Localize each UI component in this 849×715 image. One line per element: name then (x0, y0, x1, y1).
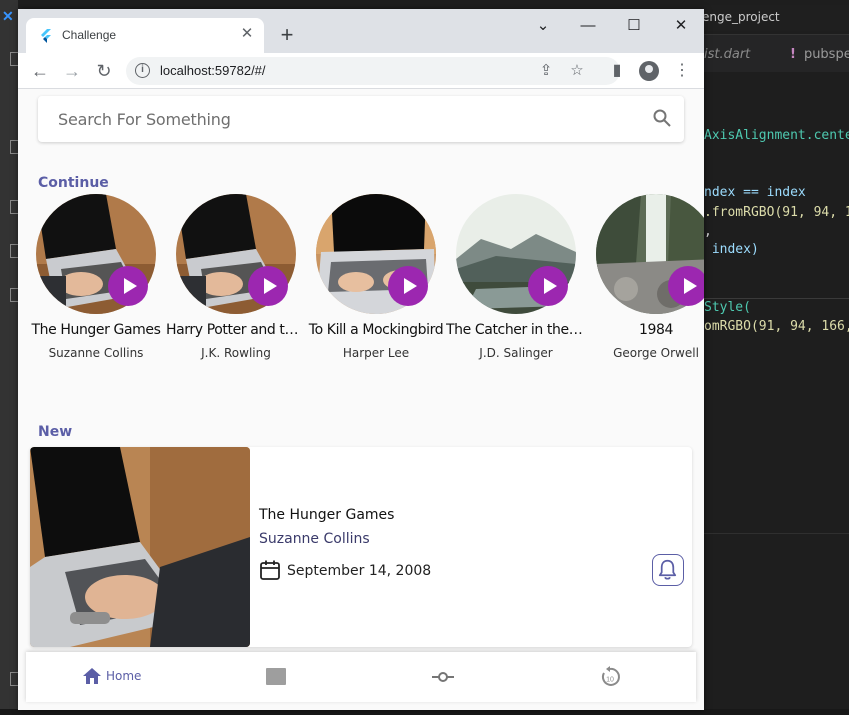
new-book-card[interactable]: The Hunger Games Suzanne Collins Septemb… (30, 447, 692, 647)
continue-section-title: Continue (38, 175, 109, 191)
minimize-button[interactable]: — (565, 15, 611, 37)
back-button[interactable]: ← (28, 59, 52, 83)
new-tab-button[interactable]: + (276, 24, 298, 46)
source-control-icon[interactable] (10, 140, 18, 154)
book-cover-image (30, 447, 250, 647)
continue-card[interactable]: Harry Potter and the Sorcerer's Stone J.… (166, 194, 306, 364)
continue-card[interactable]: 1984 George Orwell (586, 194, 704, 364)
play-button[interactable] (248, 266, 288, 306)
new-book-author: Suzanne Collins (259, 531, 370, 547)
extensions-icon[interactable] (10, 244, 18, 258)
home-icon (83, 668, 101, 684)
vscode-tab-bar: ist.dart ! pubspe (704, 34, 849, 72)
search-input[interactable]: Search For Something (38, 96, 684, 142)
testing-icon[interactable] (10, 288, 18, 302)
card-title: The Hunger Games (31, 322, 161, 338)
vscode-activity-bar: ✕ (0, 0, 18, 715)
forward-button[interactable]: → (60, 59, 84, 83)
code-line: index) (704, 242, 759, 257)
close-window-button[interactable]: ✕ (658, 15, 704, 37)
browser-toolbar: ← → ↻ i localhost:59782/#/ ⇪ ☆ ▮ ⋮ (18, 53, 704, 89)
new-section-title: New (38, 424, 73, 440)
play-button[interactable] (528, 266, 568, 306)
calendar-icon (260, 560, 280, 580)
vscode-tab-label: pubspe (803, 47, 849, 62)
card-author: J.D. Salinger (479, 346, 553, 360)
card-title: 1984 (638, 322, 674, 338)
svg-text:10: 10 (606, 677, 614, 684)
nav-item-replay[interactable]: 10 (599, 652, 629, 702)
browser-tab[interactable]: Challenge ✕ (26, 18, 264, 53)
card-author: J.K. Rowling (201, 346, 271, 360)
url-text[interactable]: localhost:59782/#/ (160, 63, 266, 78)
bottom-navigation: Home 10 (26, 652, 696, 702)
editor-divider (704, 298, 849, 299)
vscode-tab[interactable]: ! pubspe (790, 47, 849, 62)
address-bar[interactable]: i localhost:59782/#/ ⇪ ☆ (126, 57, 620, 85)
share-icon[interactable]: ⇪ (536, 61, 556, 81)
tab-close-icon[interactable]: ✕ (238, 25, 256, 43)
continue-carousel[interactable]: The Hunger Games Suzanne Collins Harry P… (18, 194, 704, 364)
play-button[interactable] (108, 266, 148, 306)
continue-card[interactable]: To Kill a Mockingbird Harper Lee (306, 194, 446, 364)
browser-window: Challenge ✕ + ⌄ — ☐ ✕ ← → ↻ i localhost:… (18, 9, 704, 710)
card-title: The Catcher in the Rye (446, 322, 586, 338)
reload-button[interactable]: ↻ (92, 59, 116, 83)
continue-card[interactable]: The Catcher in the Rye J.D. Salinger (446, 194, 586, 364)
new-book-title: The Hunger Games (259, 507, 395, 523)
card-title: Harry Potter and the Sorcerer's Stone (166, 322, 306, 338)
code-line: .fromRGBO(91, 94, 16 (704, 205, 849, 220)
vscode-tab[interactable]: ist.dart (704, 47, 750, 62)
code-line: AxisAlignment.center (704, 128, 849, 143)
side-panel-icon[interactable]: ▮ (605, 59, 629, 83)
settings-icon[interactable] (10, 672, 18, 686)
bell-icon (658, 559, 677, 580)
tab-strip: Challenge ✕ + ⌄ — ☐ ✕ (18, 9, 704, 53)
vscode-logo-icon: ✕ (2, 8, 14, 24)
commit-icon (432, 672, 454, 682)
code-line: omRGBO(91, 94, 166, (704, 319, 849, 334)
run-debug-icon[interactable] (10, 200, 18, 214)
bookmark-star-icon[interactable]: ☆ (567, 61, 587, 81)
card-author: Suzanne Collins (48, 346, 144, 360)
editor-divider (704, 533, 849, 534)
nav-label: Home (106, 669, 142, 683)
nav-item-commit[interactable] (432, 652, 462, 702)
nav-item-home[interactable]: Home (82, 652, 182, 702)
code-line: ndex == index (704, 185, 806, 200)
card-author: Harper Lee (342, 346, 410, 360)
code-line: Style( (704, 300, 751, 315)
notify-button[interactable] (652, 554, 684, 586)
tab-title: Challenge (62, 28, 117, 42)
replay-10-icon: 10 (601, 666, 620, 686)
search-placeholder: Search For Something (58, 110, 231, 129)
nav-item-library[interactable] (266, 652, 296, 702)
flutter-favicon-icon (41, 29, 51, 43)
continue-card[interactable]: The Hunger Games Suzanne Collins (26, 194, 166, 364)
search-icon[interactable] (652, 108, 672, 128)
new-book-date: September 14, 2008 (287, 563, 432, 579)
menu-dots-icon[interactable]: ⋮ (670, 59, 694, 83)
explorer-icon[interactable] (10, 52, 18, 66)
card-title: To Kill a Mockingbird (308, 322, 444, 338)
app-page: Search For Something Continue The Hunger… (18, 90, 704, 710)
yaml-icon: ! (790, 47, 796, 62)
profile-avatar-icon[interactable] (639, 61, 659, 81)
info-icon[interactable]: i (135, 63, 150, 78)
vscode-title: enge_project (702, 10, 780, 24)
card-author: George Orwell (613, 346, 699, 360)
play-button[interactable] (388, 266, 428, 306)
code-line: , (704, 224, 712, 239)
chevron-down-icon[interactable]: ⌄ (520, 15, 566, 37)
maximize-button[interactable]: ☐ (611, 15, 657, 37)
book-icon (266, 668, 286, 685)
play-button[interactable] (668, 266, 704, 306)
